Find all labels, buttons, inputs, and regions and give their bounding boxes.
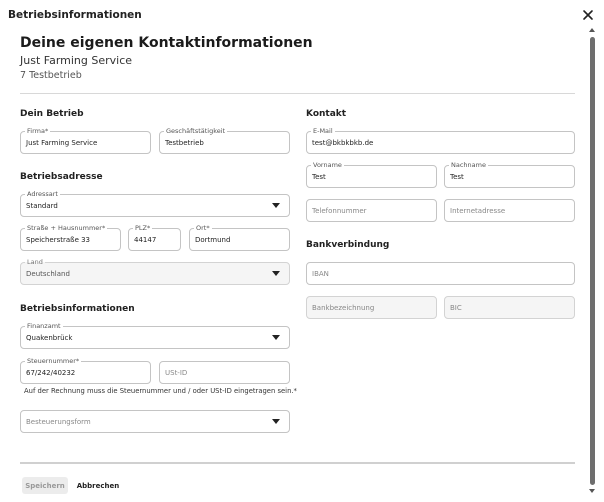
ort-label: Ort*	[194, 224, 212, 232]
land-select[interactable]: Land Deutschland	[20, 258, 290, 285]
save-button[interactable]: Speichern	[22, 477, 68, 494]
internetadresse-placeholder: Internetadresse	[450, 207, 506, 215]
steuer-hint: Auf der Rechnung muss die Steuernummer u…	[24, 387, 297, 395]
page-title: Deine eigenen Kontaktinformationen	[20, 35, 313, 51]
section-dein-betrieb: Dein Betrieb	[20, 109, 84, 119]
company-subtitle: 7 Testbetrieb	[20, 70, 82, 81]
close-button[interactable]	[580, 7, 596, 23]
chevron-down-icon	[272, 203, 280, 208]
firma-field[interactable]: Firma* Just Farming Service	[20, 127, 151, 154]
dialog-content: Deine eigenen Kontaktinformationen Just …	[0, 26, 588, 466]
scrollbar-thumb[interactable]	[589, 37, 595, 485]
steuernummer-field[interactable]: Steuernummer* 67/242/40232	[20, 357, 151, 384]
geschaeftstaetigkeit-value: Testbetrieb	[165, 139, 204, 147]
finanzamt-value: Quakenbrück	[26, 334, 73, 342]
vorname-field[interactable]: Vorname Test	[306, 161, 437, 188]
company-name: Just Farming Service	[20, 54, 133, 67]
plz-value: 44147	[134, 236, 157, 244]
land-value: Deutschland	[26, 270, 70, 278]
email-label: E-Mail	[311, 127, 335, 135]
internetadresse-field[interactable]: Internetadresse	[444, 199, 575, 222]
chevron-down-icon	[272, 419, 280, 424]
geschaeftstaetigkeit-field[interactable]: Geschäftstätigkeit Testbetrieb	[159, 127, 290, 154]
plz-field[interactable]: PLZ* 44147	[128, 224, 181, 251]
ort-value: Dortmund	[195, 236, 231, 244]
firma-value: Just Farming Service	[26, 139, 98, 147]
besteuerungsform-placeholder: Besteuerungsform	[26, 418, 91, 426]
nachname-label: Nachname	[449, 161, 488, 169]
section-betriebsinformationen: Betriebsinformationen	[20, 304, 135, 314]
vertical-scrollbar[interactable]	[588, 27, 596, 495]
cancel-button[interactable]: Abbrechen	[76, 477, 120, 494]
iban-placeholder: IBAN	[312, 270, 329, 278]
divider	[20, 462, 575, 464]
close-icon	[583, 10, 593, 20]
dialog-title: Betriebsinformationen	[8, 9, 142, 21]
bankbezeichnung-placeholder: Bankbezeichnung	[312, 304, 375, 312]
email-value: test@bkbkbkb.de	[312, 139, 374, 147]
firma-label: Firma*	[25, 127, 51, 135]
strasse-value: Speicherstraße 33	[26, 236, 91, 244]
bic-placeholder: BIC	[450, 304, 462, 312]
ust-id-field[interactable]: USt-ID	[159, 361, 290, 384]
scroll-up-icon[interactable]	[588, 28, 595, 32]
land-label: Land	[25, 258, 45, 266]
section-kontakt: Kontakt	[306, 109, 347, 119]
strasse-label: Straße + Hausnummer*	[25, 224, 108, 232]
steuernummer-value: 67/242/40232	[26, 369, 76, 377]
ort-field[interactable]: Ort* Dortmund	[189, 224, 290, 251]
ust-id-placeholder: USt-ID	[165, 369, 188, 377]
finanzamt-select[interactable]: Finanzamt Quakenbrück	[20, 322, 290, 349]
telefon-field[interactable]: Telefonnummer	[306, 199, 437, 222]
besteuerungsform-select[interactable]: Besteuerungsform	[20, 410, 290, 433]
plz-label: PLZ*	[133, 224, 153, 232]
geschaeftstaetigkeit-label: Geschäftstätigkeit	[164, 127, 228, 135]
divider	[20, 93, 575, 94]
section-betriebsadresse: Betriebsadresse	[20, 172, 103, 182]
scroll-down-icon[interactable]	[588, 489, 595, 493]
bankbezeichnung-field[interactable]: Bankbezeichnung	[306, 296, 437, 319]
adressart-select[interactable]: Adressart Standard	[20, 190, 290, 217]
vorname-value: Test	[312, 173, 326, 181]
iban-field[interactable]: IBAN	[306, 262, 575, 285]
adressart-label: Adressart	[25, 190, 60, 198]
chevron-down-icon	[272, 335, 280, 340]
bic-field[interactable]: BIC	[444, 296, 575, 319]
section-bankverbindung: Bankverbindung	[306, 240, 390, 250]
vorname-label: Vorname	[311, 161, 344, 169]
adressart-value: Standard	[26, 202, 58, 210]
telefon-placeholder: Telefonnummer	[312, 207, 367, 215]
nachname-field[interactable]: Nachname Test	[444, 161, 575, 188]
email-field[interactable]: E-Mail test@bkbkbkb.de	[306, 127, 575, 154]
steuernummer-label: Steuernummer*	[25, 357, 82, 365]
chevron-down-icon	[272, 271, 280, 276]
strasse-field[interactable]: Straße + Hausnummer* Speicherstraße 33	[20, 224, 121, 251]
nachname-value: Test	[450, 173, 464, 181]
finanzamt-label: Finanzamt	[25, 322, 63, 330]
